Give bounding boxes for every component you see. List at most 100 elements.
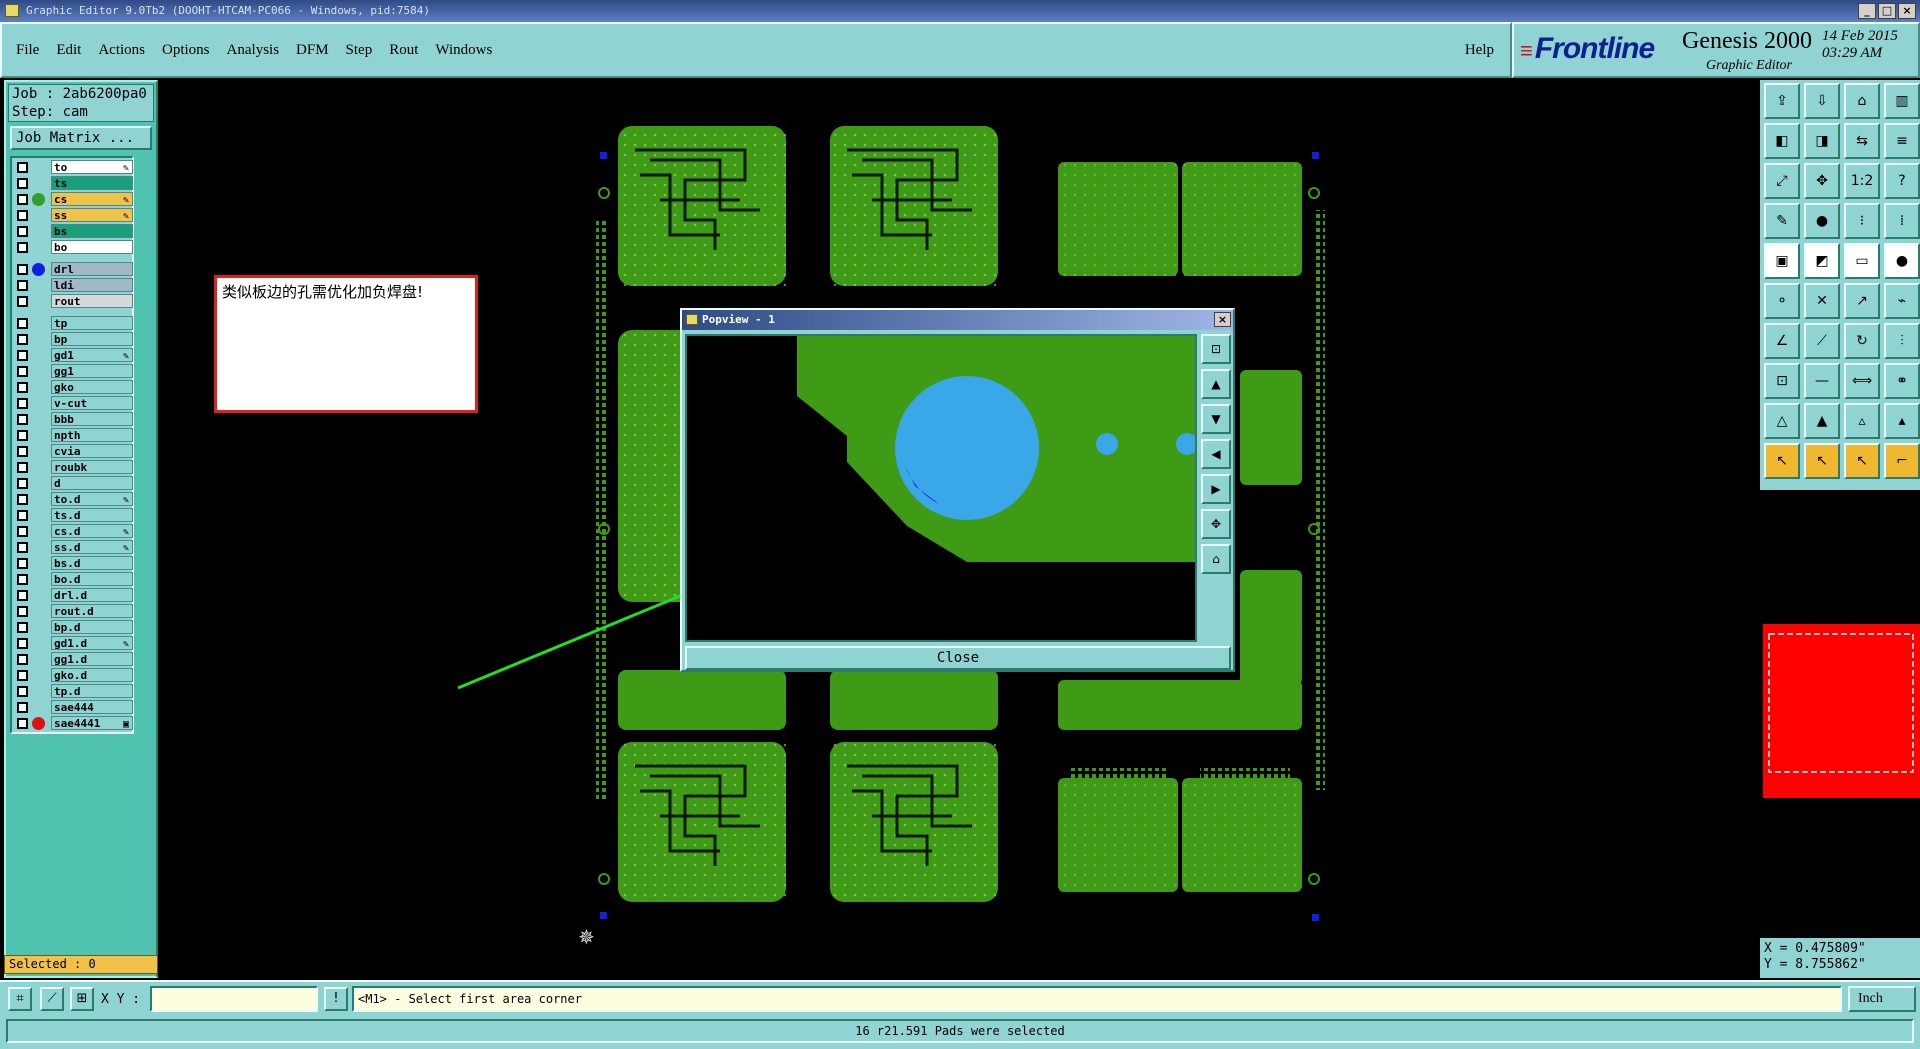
layer-name[interactable]: sae4441 ▣ <box>51 716 133 730</box>
layer-row-ts[interactable]: ts <box>12 175 133 191</box>
layer-row-cs.d[interactable]: cs.d ✎ <box>12 523 133 539</box>
layer-row-gg1[interactable]: gg1 <box>12 363 133 379</box>
layer-checkbox[interactable] <box>17 366 28 377</box>
menu-step[interactable]: Step <box>346 42 373 59</box>
layer-name[interactable]: ts.d <box>51 508 133 522</box>
grid-icon[interactable]: ▥ <box>1884 83 1920 119</box>
snap-icon[interactable]: ⌗ <box>8 987 32 1011</box>
help-icon[interactable]: ? <box>1884 163 1920 199</box>
layer-name[interactable]: tp <box>51 316 133 330</box>
layer-checkbox[interactable] <box>17 590 28 601</box>
maximize-button[interactable]: □ <box>1878 3 1896 19</box>
layer-name[interactable]: rout.d <box>51 604 133 618</box>
mirror-icon[interactable]: ⫶ <box>1884 323 1920 359</box>
ratio-icon[interactable]: 1:2 <box>1844 163 1880 199</box>
house-icon[interactable]: ⌂ <box>1844 83 1880 119</box>
layer-row-gko[interactable]: gko <box>12 379 133 395</box>
menu-dfm[interactable]: DFM <box>296 42 329 59</box>
pan-right-icon[interactable]: ▶ <box>1201 474 1231 504</box>
layer-row-bo[interactable]: bo <box>12 239 133 255</box>
triangle-a-icon[interactable]: ▲ <box>1804 403 1840 439</box>
layer-row-cvia[interactable]: cvia <box>12 443 133 459</box>
layer-checkbox[interactable] <box>17 606 28 617</box>
alert-icon[interactable]: ! <box>324 987 348 1011</box>
open-left-icon[interactable]: ◧ <box>1764 123 1800 159</box>
layer-name[interactable]: bbb <box>51 412 133 426</box>
line-icon[interactable]: ∠ <box>1764 323 1800 359</box>
layer-name[interactable]: roubk <box>51 460 133 474</box>
arc-icon[interactable]: ⟋ <box>1804 323 1840 359</box>
layer-name[interactable]: bp <box>51 332 133 346</box>
layer-name[interactable]: bp.d <box>51 620 133 634</box>
layer-row-bp.d[interactable]: bp.d <box>12 619 133 635</box>
layer-checkbox[interactable] <box>17 430 28 441</box>
layer-name[interactable]: gg1 <box>51 364 133 378</box>
layer-name[interactable]: gd1 ✎ <box>51 348 133 362</box>
layer-checkbox[interactable] <box>17 398 28 409</box>
layer-row-ss[interactable]: ss ✎ <box>12 207 133 223</box>
link-icon[interactable]: ⌁ <box>1884 283 1920 319</box>
layer-row-gd1.d[interactable]: gd1.d ✎ <box>12 635 133 651</box>
layer-checkbox[interactable] <box>17 210 28 221</box>
layer-checkbox[interactable] <box>17 526 28 537</box>
layer-row-tp[interactable]: tp <box>12 315 133 331</box>
layer-checkbox[interactable] <box>17 558 28 569</box>
layer-checkbox[interactable] <box>17 622 28 633</box>
pad-icon[interactable]: ● <box>1804 203 1840 239</box>
measure-icon[interactable]: ⁝ <box>1844 203 1880 239</box>
layer-name[interactable]: to.d ✎ <box>51 492 133 506</box>
flip-icon[interactable]: ⇆ <box>1844 123 1880 159</box>
layer-name[interactable]: gg1.d <box>51 652 133 666</box>
align-icon[interactable]: ≡ <box>1884 123 1920 159</box>
layer-name[interactable]: npth <box>51 428 133 442</box>
pad-add-icon[interactable]: ▣ <box>1764 243 1800 279</box>
layer-name[interactable]: bo <box>51 240 133 254</box>
layer-checkbox[interactable] <box>17 162 28 173</box>
layer-name[interactable]: ts <box>51 176 133 190</box>
popview-canvas[interactable] <box>685 334 1198 642</box>
layer-checkbox[interactable] <box>17 510 28 521</box>
keyboard-icon[interactable]: ▭ <box>1844 243 1880 279</box>
center-icon[interactable]: ✥ <box>1804 163 1840 199</box>
layer-row-v-cut[interactable]: v-cut <box>12 395 133 411</box>
layer-checkbox[interactable] <box>17 446 28 457</box>
layer-checkbox[interactable] <box>17 574 28 585</box>
zoom-fit-icon[interactable]: ✥ <box>1201 509 1231 539</box>
select-net-icon[interactable]: ↖ <box>1844 443 1880 479</box>
measure-icon[interactable]: ⟋ <box>40 987 64 1011</box>
layer-name[interactable]: tp.d <box>51 684 133 698</box>
layer-checkbox[interactable] <box>17 542 28 553</box>
layer-row-gd1[interactable]: gd1 ✎ <box>12 347 133 363</box>
connect-icon[interactable]: ⚬ <box>1764 283 1800 319</box>
popview-close-button[interactable]: Close <box>685 646 1231 670</box>
menu-options[interactable]: Options <box>162 42 210 59</box>
layer-name[interactable]: ss.d ✎ <box>51 540 133 554</box>
net-icon[interactable]: ⁞ <box>1884 203 1920 239</box>
layer-name[interactable]: bs.d <box>51 556 133 570</box>
layer-name[interactable]: gko <box>51 380 133 394</box>
polygon-icon[interactable]: ◩ <box>1804 243 1840 279</box>
minimize-button[interactable]: _ <box>1858 3 1876 19</box>
layer-checkbox[interactable] <box>17 296 28 307</box>
layer-row-rout.d[interactable]: rout.d <box>12 603 133 619</box>
layer-row-bs.d[interactable]: bs.d <box>12 555 133 571</box>
menu-actions[interactable]: Actions <box>98 42 145 59</box>
pan-down-icon[interactable]: ▼ <box>1201 404 1231 434</box>
layer-name[interactable]: gd1.d ✎ <box>51 636 133 650</box>
open-right-icon[interactable]: ◨ <box>1804 123 1840 159</box>
layer-row-d[interactable]: d <box>12 475 133 491</box>
node-icon[interactable]: ↗ <box>1844 283 1880 319</box>
close-button[interactable]: × <box>1898 3 1916 19</box>
multi-circle-icon[interactable]: ⚭ <box>1884 363 1920 399</box>
menu-rout[interactable]: Rout <box>389 42 418 59</box>
layer-checkbox[interactable] <box>17 382 28 393</box>
layer-row-to.d[interactable]: to.d ✎ <box>12 491 133 507</box>
zoom-home-icon[interactable]: ⌂ <box>1201 544 1231 574</box>
pan-left-icon[interactable]: ◀ <box>1201 439 1231 469</box>
layer-row-npth[interactable]: npth <box>12 427 133 443</box>
layer-name[interactable]: bo.d <box>51 572 133 586</box>
rotate-icon[interactable]: ↻ <box>1844 323 1880 359</box>
layer-checkbox[interactable] <box>17 638 28 649</box>
layer-checkbox[interactable] <box>17 350 28 361</box>
line-red-icon[interactable]: — <box>1804 363 1840 399</box>
